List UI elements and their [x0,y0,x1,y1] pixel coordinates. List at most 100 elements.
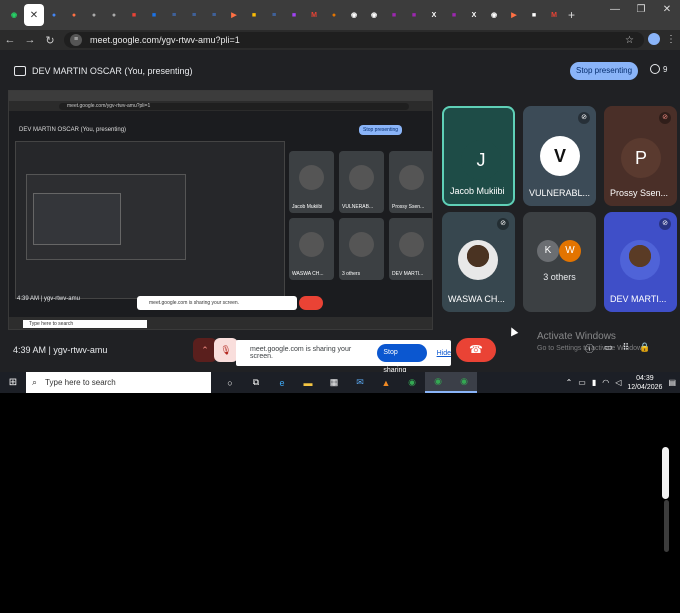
meet-right-controls: ⓘ ▭ ⠿ 🔒 [585,342,650,355]
stop-presenting-button[interactable]: Stop presenting [570,62,639,80]
scrollbar-thumb[interactable] [662,447,669,499]
browser-tab[interactable]: ▶ [224,4,244,26]
leave-call-button[interactable]: ☎ [456,338,496,362]
battery-icon[interactable]: ▮ [592,378,596,387]
url-field[interactable]: ≡ meet.google.com/ygv-rtwv-amu?pli=1 ☆ [64,32,644,48]
browser-tab[interactable]: ≡ [204,4,224,26]
browser-tab[interactable]: ● [104,4,124,26]
back-icon[interactable]: ← [0,34,20,46]
participant-tile[interactable]: V ⊘ VULNERABL... [523,106,596,206]
browser-tab[interactable]: ◉ [364,4,384,26]
browser-tab[interactable]: ● [64,4,84,26]
minimize-icon[interactable]: — [602,4,628,15]
forward-icon[interactable]: → [20,34,40,46]
bookmark-star-icon[interactable]: ☆ [625,35,634,46]
browser-tab[interactable]: ■ [244,4,264,26]
meet-header: DEV MARTIN OSCAR (You, presenting) Stop … [0,58,680,86]
windows-start-icon[interactable]: ⊞ [0,377,26,388]
browser-tab[interactable]: ≡ [264,4,284,26]
browser-tab[interactable]: ■ [444,4,464,26]
participant-tile[interactable]: ⊘ WASWA CH... [442,212,515,312]
store-icon[interactable]: ▦ [321,372,347,393]
screen: ◉ ✕ ● ● ● ● ■ ■ ≡ ≡ ≡ ▶ ■ ≡ ■ M ● ◉ ◉ ■ ■ X ■ X ◉ ▶ ■ M + — ❐ ✕ ← →… [0,0,680,393]
hide-link[interactable]: Hide [437,350,451,357]
browser-tab[interactable]: ◉ [4,4,24,26]
browser-tab[interactable]: ■ [144,4,164,26]
browser-tab[interactable]: ■ [124,4,144,26]
lock-icon[interactable]: 🔒 [639,342,650,355]
browser-tab[interactable]: ✕ [24,4,44,26]
browser-tab[interactable]: ● [44,4,64,26]
participant-tile[interactable]: ⊘ DEV MARTI... [604,212,677,312]
taskbar-search[interactable]: ⌕ Type here to search [26,372,211,393]
participant-tile[interactable]: KW 3 others [523,212,596,312]
task-view-icon[interactable]: ⧉ [243,372,269,393]
wifi-icon[interactable]: ◠ [602,378,609,387]
preview-avatar [349,232,374,257]
mail-icon[interactable]: ✉ [347,372,373,393]
volume-icon[interactable]: ◁ [615,378,621,387]
browser-tab[interactable]: M [544,4,564,26]
maximize-icon[interactable]: ❐ [628,4,654,15]
preview-tile: WASWA CH... [289,218,334,280]
windows-taskbar: ⊞ ⌕ Type here to search ○ ⧉ e ▬ ▦ ✉ ▲ ◉ … [0,372,680,393]
participant-tile[interactable]: P ⊘ Prossy Ssen... [604,106,677,206]
profile-avatar[interactable] [648,33,660,45]
participant-name: Jacob Mukiibi [450,186,505,196]
mic-off-icon: ⊘ [659,112,671,124]
close-window-icon[interactable]: ✕ [654,4,680,15]
browser-tab[interactable]: X [424,4,444,26]
browser-tab[interactable]: ≡ [184,4,204,26]
gmail-icon: M [551,11,557,19]
chrome-active-icon[interactable]: ◉ [425,372,451,393]
chrome-icon[interactable]: ◉ [399,372,425,393]
preview-avatar [399,232,424,257]
mic-toggle-button[interactable]: 🎙 [214,338,238,362]
chrome-active-icon-2[interactable]: ◉ [451,372,477,393]
chat-icon[interactable]: ▭ [604,342,613,355]
participant-tile[interactable]: J Jacob Mukiibi [442,106,515,206]
vlc-icon[interactable]: ▲ [373,372,399,393]
browser-tab[interactable]: ■ [284,4,304,26]
browser-tab[interactable]: ≡ [164,4,184,26]
browser-tab[interactable]: ◉ [344,4,364,26]
browser-tab[interactable]: M [304,4,324,26]
network-icon[interactable]: ▭ [578,378,586,387]
site-info-icon[interactable]: ≡ [70,34,82,46]
browser-tab[interactable]: ◉ [484,4,504,26]
scrollbar-track[interactable] [664,500,669,552]
people-icon [650,64,660,74]
cortana-icon[interactable]: ○ [217,372,243,393]
info-icon[interactable]: ⓘ [585,342,594,355]
docs-icon: ≡ [171,11,177,19]
participant-logo: V [540,136,580,176]
menu-icon[interactable]: ⋮ [666,34,676,45]
preview-tile: Prossy Ssen... [389,151,432,213]
edge-icon[interactable]: e [269,372,295,393]
new-tab-icon[interactable]: + [568,8,575,22]
activities-icon[interactable]: ⠿ [623,342,630,355]
tray-chevron-icon[interactable]: ⌃ [566,378,573,387]
browser-tab[interactable]: ■ [384,4,404,26]
participants-button[interactable]: 9 [650,64,667,74]
taskbar-clock[interactable]: 04:39 12/04/2026 [627,374,662,392]
browser-tab[interactable]: ● [324,4,344,26]
notifications-icon[interactable]: ▤ [668,378,676,387]
preview-avatar [299,165,324,190]
preview-tile: DEV MARTI... [389,218,432,280]
file-explorer-icon[interactable]: ▬ [295,372,321,393]
browser-tab[interactable]: X [464,4,484,26]
browser-tab[interactable]: ● [84,4,104,26]
browser-tab[interactable]: ■ [404,4,424,26]
tab-icon: ▶ [231,12,237,19]
browser-tab[interactable]: ■ [524,4,544,26]
browser-tab[interactable]: ▶ [504,4,524,26]
reload-icon[interactable]: ↻ [40,34,60,47]
search-icon: ⌕ [32,377,38,387]
stop-sharing-button[interactable]: Stop sharing [377,344,427,374]
preview-taskbar: Type here to search [9,317,432,329]
phone-hangup-icon: ☎ [469,344,483,356]
participant-name: DEV MARTI... [610,294,667,304]
others-label: 3 others [543,272,576,282]
github-icon: ◉ [370,12,378,19]
